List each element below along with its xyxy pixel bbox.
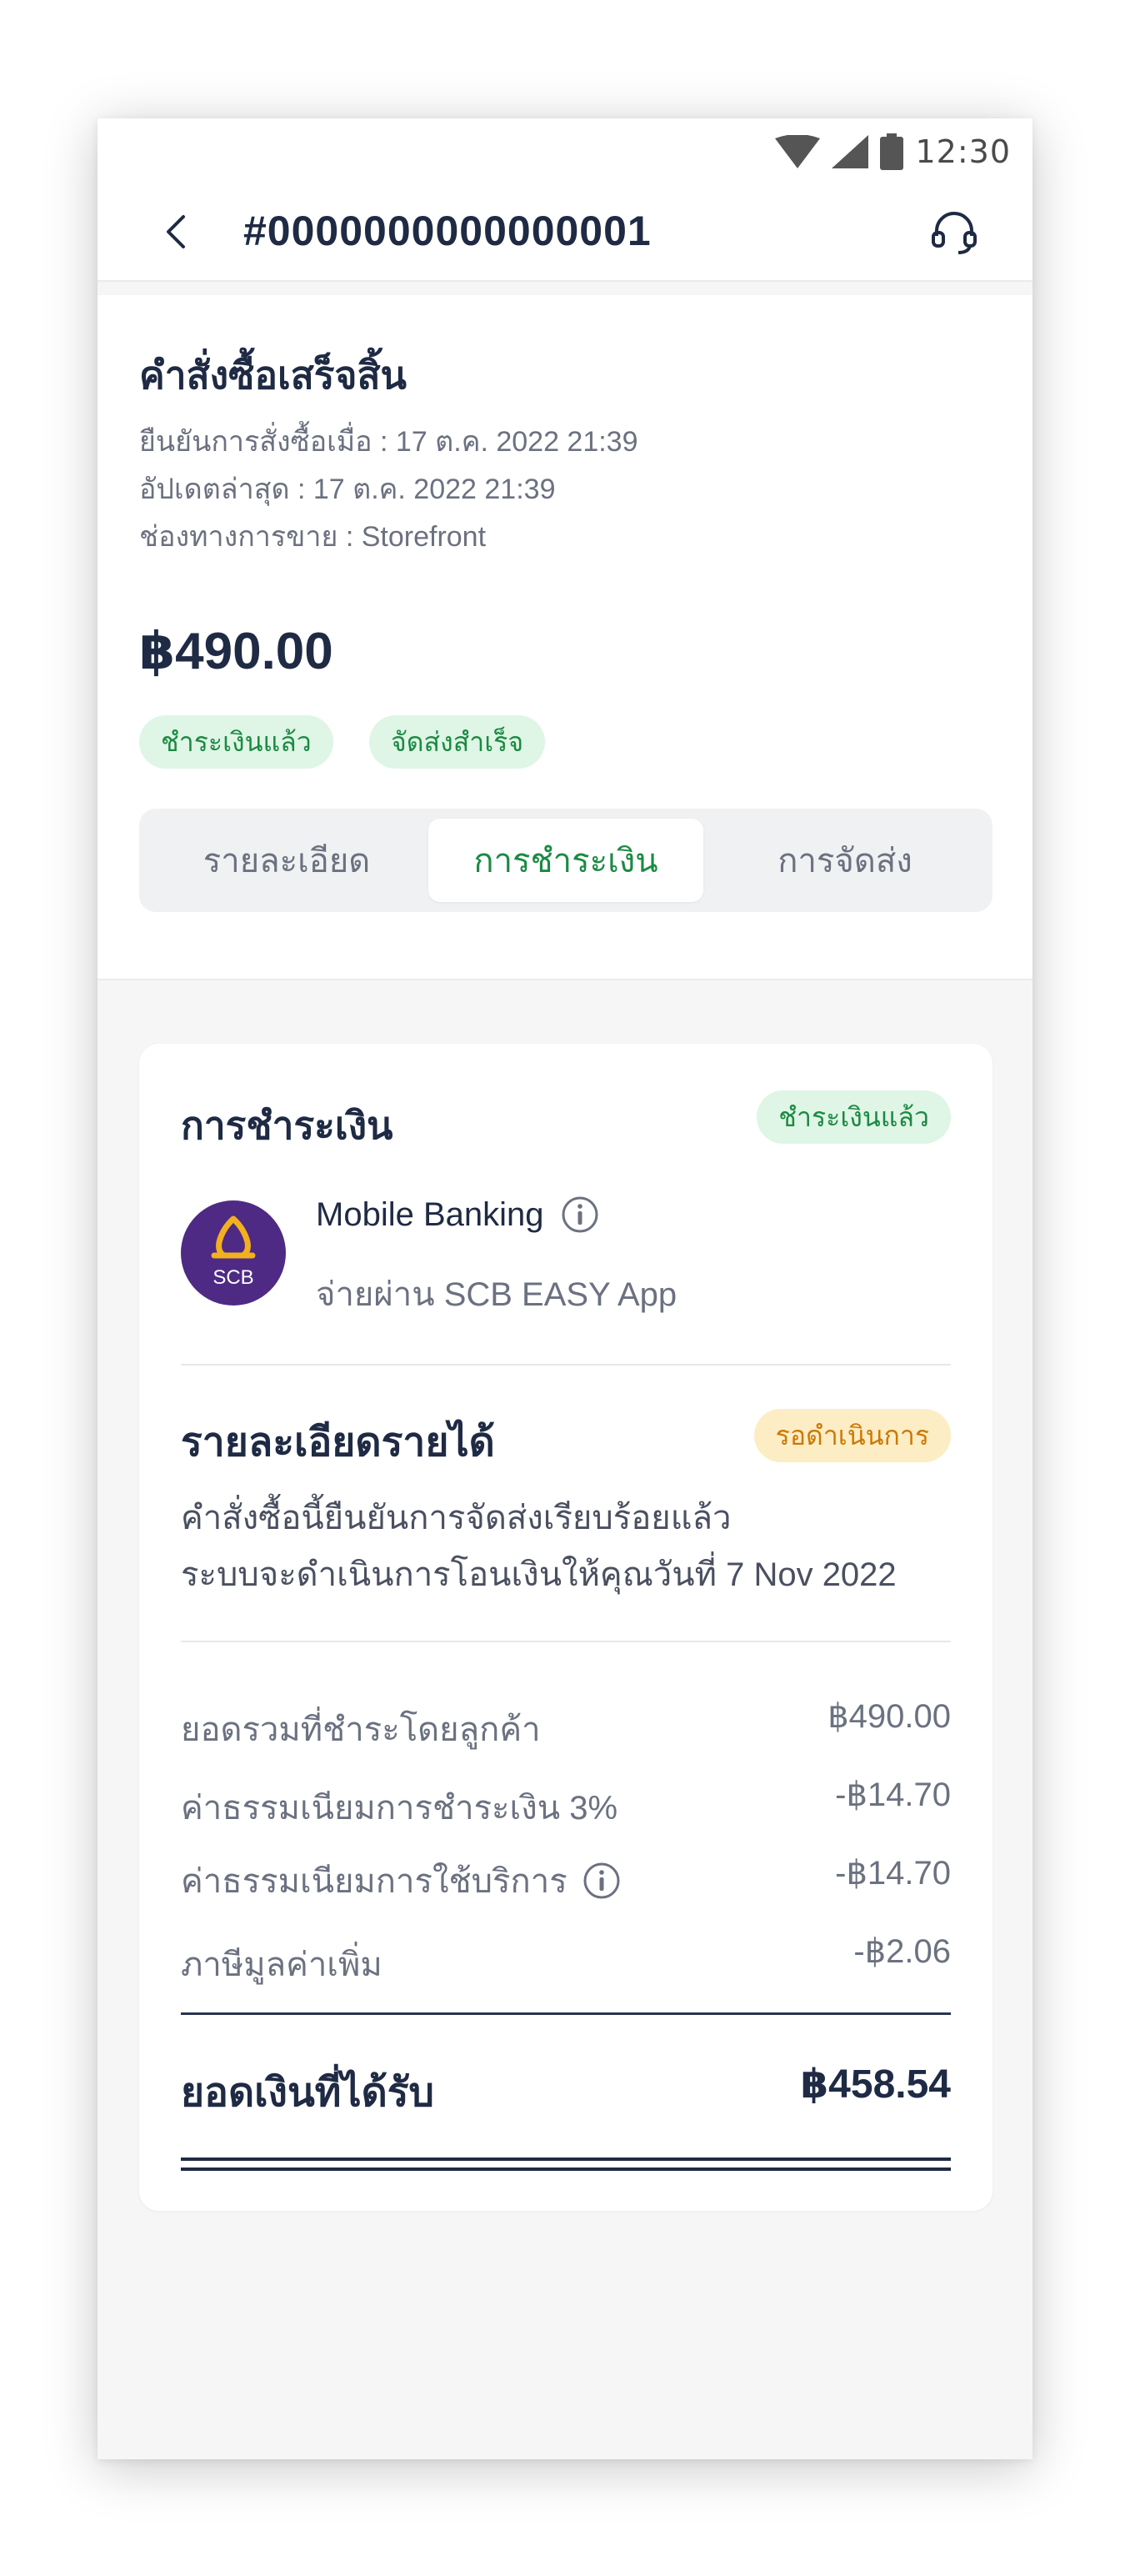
order-number-title: #0000000000000001 — [243, 208, 652, 254]
tab-shipping[interactable]: การจัดส่ง — [708, 819, 982, 902]
updated-date: อัปเดตล่าสุด : 17 ต.ค. 2022 21:39 — [139, 474, 556, 505]
order-tabs: รายละเอียด การชำระเงิน การจัดส่ง — [139, 809, 992, 912]
order-summary: คำสั่งซื้อเสร็จสิ้น ยืนยันการสั่งซื้อเมื… — [98, 295, 1032, 980]
headset-icon — [930, 208, 978, 260]
payment-fee-label: ค่าธรรมเนียมการชำระเงิน 3% — [181, 1790, 618, 1827]
divider — [181, 1641, 951, 1642]
payment-method-name: Mobile Banking — [316, 1195, 544, 1233]
info-icon[interactable] — [561, 1195, 599, 1234]
confirmed-date: ยืนยันการสั่งซื้อเมื่อ : 17 ต.ค. 2022 21… — [139, 426, 638, 458]
cellular-signal-icon — [832, 135, 869, 168]
status-time: 12:30 — [915, 133, 1011, 170]
double-underline-top — [181, 2158, 951, 2161]
vat-label: ภาษีมูลค่าเพิ่ม — [181, 1947, 382, 1983]
order-status-title: คำสั่งซื้อเสร็จสิ้น — [139, 353, 407, 397]
received-amount-value: ฿458.54 — [800, 2062, 951, 2107]
payment-card: การชำระเงิน ชำระเงินแล้ว SCB Mobile Bank… — [139, 1044, 992, 2211]
tab-payment[interactable]: การชำระเงิน — [428, 819, 703, 902]
service-fee-label: ค่าธรรมเนียมการใช้บริการ — [181, 1863, 568, 1900]
service-fee-value: -฿14.70 — [835, 1855, 951, 1892]
svg-text:SCB: SCB — [212, 1266, 253, 1289]
app-bar: #0000000000000001 — [98, 185, 1032, 282]
scb-bank-logo: SCB — [181, 1200, 286, 1306]
sales-channel: ช่องทางการขาย : Storefront — [139, 521, 487, 553]
payment-title: การชำระเงิน — [181, 1104, 393, 1147]
back-button[interactable] — [151, 208, 201, 258]
income-description-line1: คำสั่งซื้อนี้ยืนยันการจัดส่งเรียบร้อยแล้… — [181, 1500, 732, 1536]
customer-paid-value: ฿490.00 — [828, 1698, 951, 1735]
payment-fee-value: -฿14.70 — [835, 1777, 951, 1813]
vat-value: -฿2.06 — [853, 1933, 951, 1970]
income-title: รายละเอียดรายได้ — [181, 1421, 495, 1465]
income-description-line2: ระบบจะดำเนินการโอนเงินให้คุณวันที่ 7 Nov… — [181, 1556, 897, 1593]
payment-method: Mobile Banking — [316, 1195, 599, 1234]
payment-method-detail: จ่ายผ่าน SCB EASY App — [316, 1276, 678, 1313]
service-fee-row: ค่าธรรมเนียมการใช้บริการ — [181, 1854, 621, 1907]
income-status-badge: รอดำเนินการ — [753, 1409, 951, 1462]
phone-screen: 12:30 #0000000000000001 คำสั่งซื้อเสร็จส… — [98, 118, 1032, 2459]
payment-status-badge: ชำระเงินแล้ว — [757, 1090, 951, 1144]
chevron-left-icon — [163, 213, 188, 254]
support-button[interactable] — [926, 205, 982, 262]
info-icon[interactable] — [582, 1862, 621, 1900]
double-underline-bottom — [181, 2168, 951, 2171]
tab-details[interactable]: รายละเอียด — [149, 819, 424, 902]
delivered-status-chip: จัดส่งสำเร็จ — [369, 715, 546, 769]
customer-paid-label: ยอดรวมที่ชำระโดยลูกค้า — [181, 1711, 541, 1748]
battery-icon — [880, 133, 904, 170]
wifi-icon — [775, 135, 821, 168]
status-icons: 12:30 — [775, 130, 1011, 173]
status-bar: 12:30 — [98, 118, 1032, 185]
paid-status-chip: ชำระเงินแล้ว — [139, 715, 333, 769]
received-amount-label: ยอดเงินที่ได้รับ — [181, 2071, 434, 2115]
total-separator — [181, 2012, 951, 2015]
divider — [181, 1364, 951, 1366]
order-total: ฿490.00 — [139, 623, 333, 680]
